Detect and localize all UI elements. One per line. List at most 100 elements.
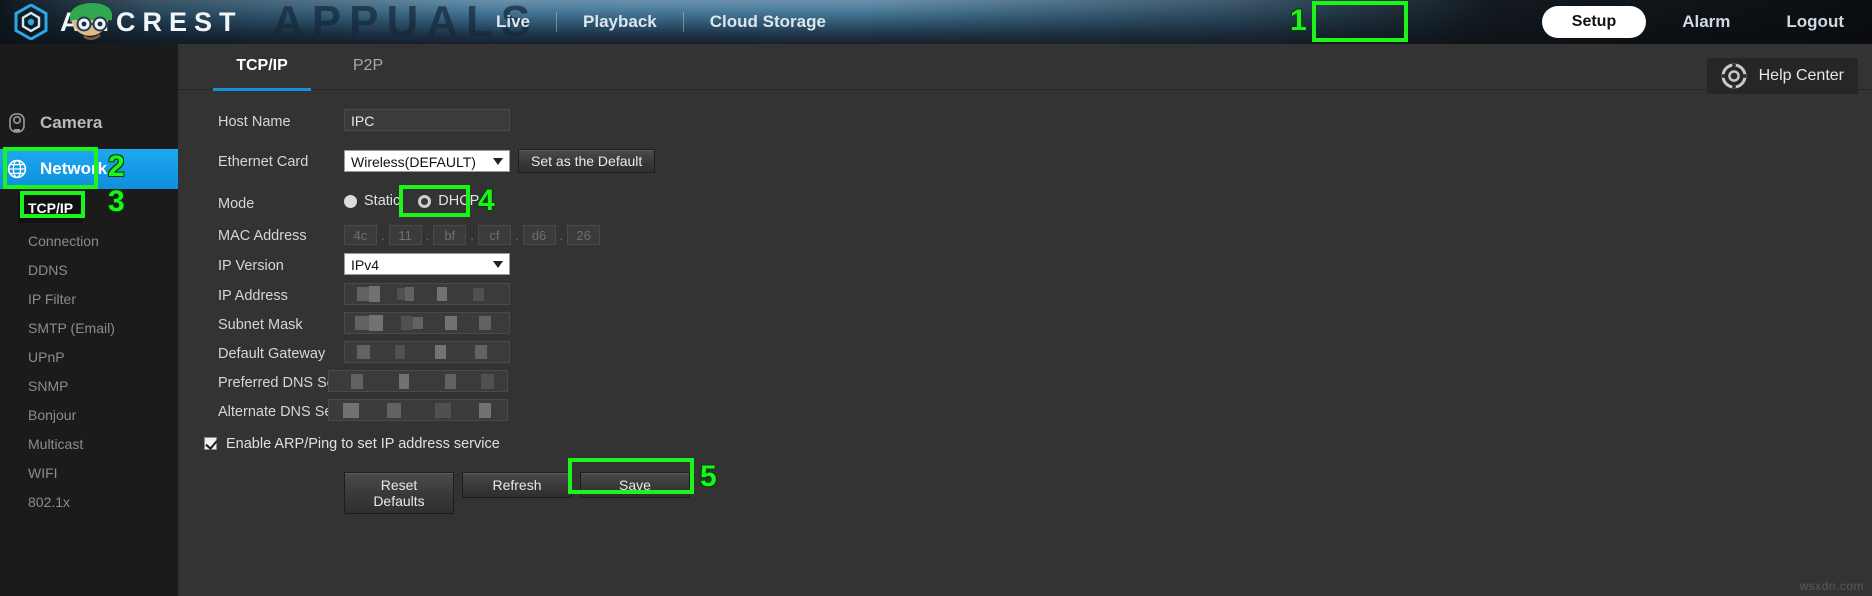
lifebuoy-icon xyxy=(1721,63,1747,89)
top-right-actions: Setup Alarm Logout xyxy=(1541,0,1872,44)
sidebar-item-smtp[interactable]: SMTP (Email) xyxy=(0,314,178,343)
mac-octet-5: 26 xyxy=(567,225,601,245)
default-gateway-label: Default Gateway xyxy=(218,346,326,362)
alternate-dns-field-wrap xyxy=(328,399,508,421)
tab-p2p[interactable]: P2P xyxy=(328,44,408,88)
brand: AMCREST xyxy=(14,2,243,42)
arp-ping-checkbox[interactable] xyxy=(204,437,217,450)
mac-separator: . xyxy=(381,227,385,243)
set-as-default-button[interactable]: Set as the Default xyxy=(518,149,656,173)
setup-button[interactable]: Setup xyxy=(1541,6,1647,38)
row-host-name: Host Name IPC xyxy=(178,107,1872,147)
row-ip-version: IP Version IPv4 xyxy=(178,251,1872,281)
preferred-dns-field-wrap xyxy=(328,370,508,392)
subnet-mask-field-wrap xyxy=(344,312,510,334)
mac-octet-4: d6 xyxy=(522,225,556,245)
mac-separator: . xyxy=(514,227,519,243)
sidebar-item-ip-filter[interactable]: IP Filter xyxy=(0,285,178,314)
subnet-mask-input[interactable] xyxy=(344,312,510,334)
row-ethernet-card: Ethernet Card Wireless(DEFAULT) Set as t… xyxy=(178,147,1872,189)
dhcp-radio[interactable]: DHCP xyxy=(418,193,479,209)
dhcp-radio-dot xyxy=(418,194,432,208)
topnav-item-playback[interactable]: Playback xyxy=(557,0,683,44)
ip-address-field-wrap xyxy=(344,283,510,305)
arp-ping-row[interactable]: Enable ARP/Ping to set IP address servic… xyxy=(178,432,1872,458)
sidebar-item-connection[interactable]: Connection xyxy=(0,227,178,256)
dhcp-radio-label: DHCP xyxy=(438,193,480,209)
ip-version-value: IPv4 xyxy=(351,257,380,273)
ip-version-label: IP Version xyxy=(218,258,284,274)
sidebar-item-wifi[interactable]: WIFI xyxy=(0,459,178,488)
amcrest-hexagon-logo-icon xyxy=(14,3,48,41)
mac-octet-3: cf xyxy=(477,225,511,245)
mac-octet-0: 4c xyxy=(344,225,377,245)
mac-separator: . xyxy=(559,227,564,243)
row-ip-address: IP Address xyxy=(178,281,1872,310)
annotation-number-1: 1 xyxy=(1290,4,1307,37)
mode-field-wrap: Static DHCP xyxy=(344,193,479,209)
annotation-number-2: 2 xyxy=(108,150,125,183)
ip-version-select[interactable]: IPv4 xyxy=(344,253,510,275)
default-gateway-input[interactable] xyxy=(344,341,510,363)
save-button[interactable]: Save xyxy=(580,472,690,498)
sidebar-item-upnp[interactable]: UPnP xyxy=(0,343,178,372)
sidebar-group-network-label: Network xyxy=(40,159,108,178)
sidebar-group-camera-label: Camera xyxy=(40,113,103,132)
appuals-mascot-icon xyxy=(60,0,122,44)
arp-ping-label: Enable ARP/Ping to set IP address servic… xyxy=(226,436,500,452)
sidebar-item-8021x[interactable]: 802.1x xyxy=(0,488,178,517)
static-radio-dot xyxy=(344,194,357,208)
refresh-button[interactable]: Refresh xyxy=(462,472,572,498)
content-area: TCP/IP P2P Help Center Host Name IPC Eth… xyxy=(178,44,1872,596)
sidebar-item-bonjour[interactable]: Bonjour xyxy=(0,401,178,430)
tcpip-form: Host Name IPC Ethernet Card Wireless(DEF… xyxy=(178,89,1872,514)
annotation-number-4: 4 xyxy=(478,184,495,217)
mac-address-label: MAC Address xyxy=(218,228,307,244)
alarm-link[interactable]: Alarm xyxy=(1654,0,1758,44)
chevron-down-icon xyxy=(493,261,503,268)
topnav-item-cloud-storage[interactable]: Cloud Storage xyxy=(684,0,852,44)
ip-version-field-wrap: IPv4 xyxy=(344,253,510,275)
mac-octet-1: 11 xyxy=(388,225,422,245)
alternate-dns-input[interactable] xyxy=(328,399,508,421)
site-watermark: wsxdn.com xyxy=(1799,579,1864,593)
static-radio[interactable]: Static xyxy=(344,193,400,209)
host-name-label: Host Name xyxy=(218,114,291,130)
row-preferred-dns: Preferred DNS Server xyxy=(178,368,1872,397)
sidebar-item-tcpip[interactable]: TCP/IP xyxy=(0,194,178,227)
annotation-number-5: 5 xyxy=(700,460,717,493)
amcrest-web-ui: AMCREST APPUALS Live Playback Cloud Stor… xyxy=(0,0,1872,596)
host-name-input[interactable]: IPC xyxy=(344,109,510,131)
top-navigation: Live Playback Cloud Storage xyxy=(470,0,852,44)
ethernet-card-field-wrap: Wireless(DEFAULT) Set as the Default xyxy=(344,149,656,173)
sidebar-group-network[interactable]: Network xyxy=(0,149,200,189)
reset-defaults-button[interactable]: Reset Defaults xyxy=(344,472,454,514)
mode-label: Mode xyxy=(218,196,255,212)
chevron-down-icon xyxy=(493,158,503,165)
sidebar-item-snmp[interactable]: SNMP xyxy=(0,372,178,401)
mac-separator: . xyxy=(470,227,474,243)
top-bar: AMCREST APPUALS Live Playback Cloud Stor… xyxy=(0,0,1872,44)
logout-link[interactable]: Logout xyxy=(1758,0,1872,44)
ip-address-input[interactable] xyxy=(344,283,510,305)
tab-tcpip[interactable]: TCP/IP xyxy=(213,44,311,91)
sidebar-network-items: TCP/IP Connection DDNS IP Filter SMTP (E… xyxy=(0,194,178,517)
row-subnet-mask: Subnet Mask xyxy=(178,310,1872,339)
mac-address-field: 4c . 11 . bf . cf . d6 . 26 xyxy=(344,225,601,245)
ip-address-label: IP Address xyxy=(218,288,288,304)
sidebar-group-camera[interactable]: Camera xyxy=(0,101,184,145)
row-mode: Mode Static DHCP xyxy=(178,189,1872,221)
row-mac-address: MAC Address 4c . 11 . bf . cf . d6 . 26 xyxy=(178,221,1872,251)
default-gateway-field-wrap xyxy=(344,341,510,363)
preferred-dns-input[interactable] xyxy=(328,370,508,392)
topnav-item-live[interactable]: Live xyxy=(470,0,556,44)
sidebar-item-ddns[interactable]: DDNS xyxy=(0,256,178,285)
sidebar-item-multicast[interactable]: Multicast xyxy=(0,430,178,459)
sidebar-network-row: Network xyxy=(0,149,184,189)
annotation-number-3: 3 xyxy=(108,185,125,218)
ethernet-card-select[interactable]: Wireless(DEFAULT) xyxy=(344,150,510,172)
setup-button-wrap: Setup xyxy=(1541,6,1647,38)
static-radio-label: Static xyxy=(364,193,401,209)
help-center-label: Help Center xyxy=(1758,67,1844,84)
subnet-mask-label: Subnet Mask xyxy=(218,317,303,333)
